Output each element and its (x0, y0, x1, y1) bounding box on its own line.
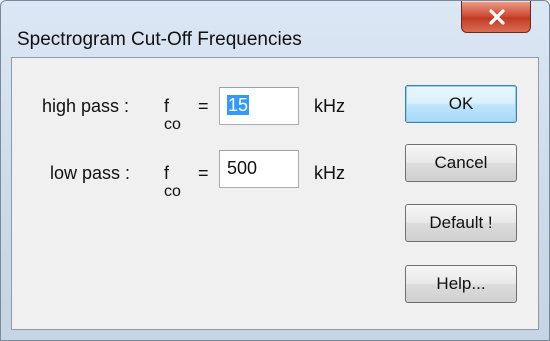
high-pass-unit: kHz (314, 96, 345, 116)
window-title: Spectrogram Cut-Off Frequencies (17, 29, 302, 50)
cancel-button[interactable]: Cancel (405, 144, 517, 182)
low-pass-equals: = (198, 163, 209, 183)
dialog-window: Spectrogram Cut-Off Frequencies high pas… (0, 0, 550, 341)
high-pass-subscript: co (164, 116, 181, 133)
close-button[interactable] (461, 1, 531, 33)
high-pass-symbol: f (164, 96, 170, 116)
title-bar[interactable]: Spectrogram Cut-Off Frequencies (1, 1, 549, 50)
low-pass-unit: kHz (314, 163, 345, 183)
low-pass-subscript: co (164, 183, 181, 200)
low-pass-value: 500 (227, 158, 258, 178)
high-pass-label: high pass : (42, 96, 130, 116)
high-pass-equals: = (198, 96, 209, 116)
ok-button[interactable]: OK (405, 85, 517, 123)
low-pass-input[interactable]: 500 (219, 150, 299, 188)
close-x-icon (489, 9, 505, 25)
default-button[interactable]: Default ! (405, 204, 517, 242)
help-button[interactable]: Help... (405, 265, 517, 303)
high-pass-value: 15 (227, 95, 250, 115)
low-pass-label: low pass : (50, 163, 131, 183)
dialog-client-area: high pass : f co = 15 kHz low pass : f c… (11, 57, 539, 330)
low-pass-symbol: f (164, 163, 170, 183)
high-pass-input[interactable]: 15 (219, 87, 299, 125)
